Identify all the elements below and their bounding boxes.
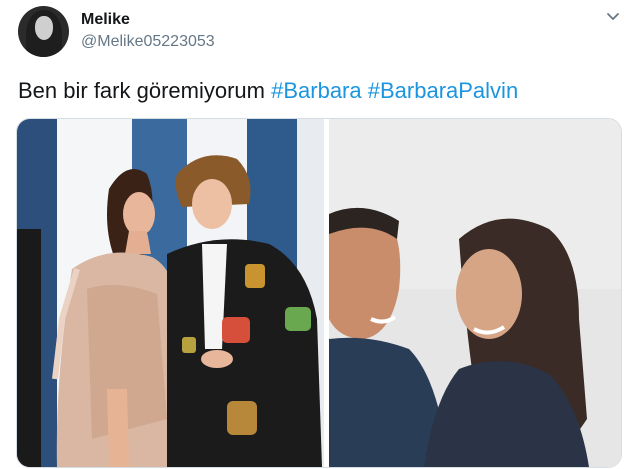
author-display-name[interactable]: Melike <box>81 11 130 29</box>
hashtag-barbara[interactable]: #Barbara <box>271 78 362 103</box>
author-handle[interactable]: @Melike05223053 <box>81 33 215 51</box>
tweet-media[interactable] <box>16 118 622 468</box>
tweet-body: Ben bir fark göremiyorum <box>18 78 265 103</box>
avatar-face <box>35 16 53 40</box>
media-photo-left[interactable] <box>17 119 324 467</box>
media-photo-right[interactable] <box>329 119 621 467</box>
tweet-text: Ben bir fark göremiyorum #Barbara #Barba… <box>18 78 518 104</box>
hashtag-barbarapalvin[interactable]: #BarbaraPalvin <box>368 78 518 103</box>
tweet-avatar[interactable] <box>18 6 69 57</box>
chevron-down-icon[interactable] <box>605 8 621 24</box>
